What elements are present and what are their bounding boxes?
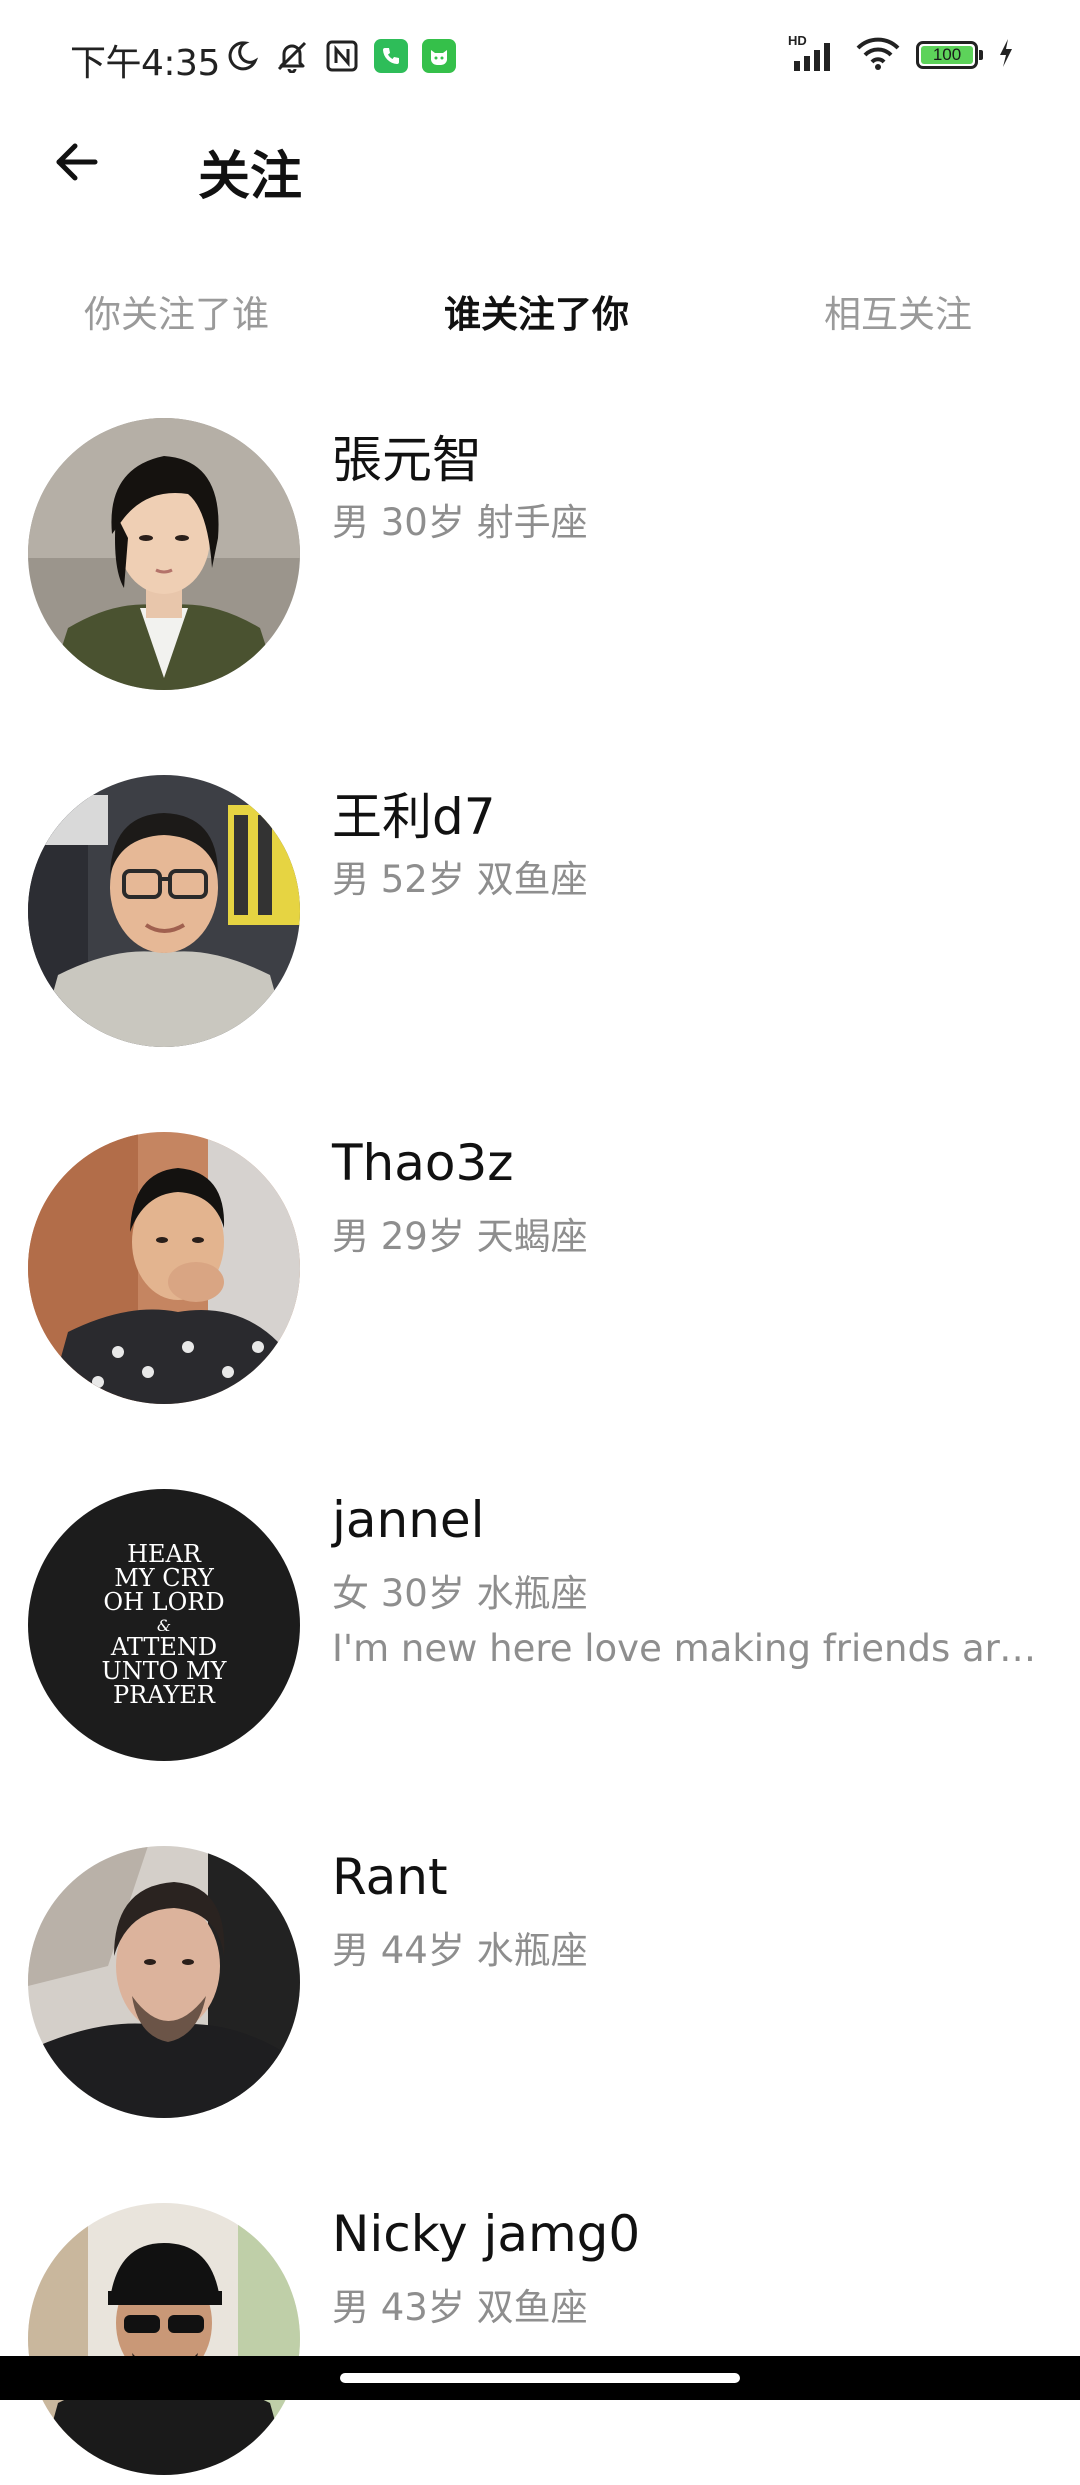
moon-icon xyxy=(224,38,260,74)
battery-icon: 100 xyxy=(916,41,983,69)
tab-followers[interactable]: 谁关注了你 xyxy=(444,284,629,338)
status-left-icons xyxy=(224,38,456,74)
list-item[interactable]: Nicky jamg0 男 43岁 双鱼座 xyxy=(0,2185,1080,2485)
list-item[interactable]: Thao3z 男 29岁 天蝎座 xyxy=(0,1114,1080,1414)
back-button[interactable] xyxy=(44,130,108,194)
avatar-text-line: OH LORD xyxy=(103,1588,224,1616)
avatar[interactable] xyxy=(28,775,300,1047)
tab-bar: 你关注了谁 谁关注了你 相互关注 xyxy=(0,270,1080,350)
page-title: 关注 xyxy=(198,147,303,207)
status-right-icons: HD 100 xyxy=(788,33,1014,74)
user-meta: 男 29岁 天蝎座 xyxy=(332,1215,588,1258)
avatar[interactable]: HEAR MY CRY OH LORD & ATTEND UNTO MY PRA… xyxy=(28,1489,300,1761)
avatar[interactable] xyxy=(28,1846,300,2118)
user-name: Thao3z xyxy=(332,1134,514,1192)
user-bio: I'm new here love making friends arou... xyxy=(332,1627,1052,1670)
list-item[interactable]: 王利d7 男 52岁 双鱼座 xyxy=(0,757,1080,1057)
avatar[interactable] xyxy=(28,2203,300,2475)
user-name: 王利d7 xyxy=(332,788,496,846)
battery-level: 100 xyxy=(921,45,973,64)
list-item[interactable]: HEAR MY CRY OH LORD & ATTEND UNTO MY PRA… xyxy=(0,1471,1080,1771)
tab-mutual[interactable]: 相互关注 xyxy=(824,284,972,338)
status-bar: 下午4:35 HD 100 xyxy=(0,0,1080,118)
list-item[interactable]: 張元智 男 30岁 射手座 xyxy=(0,400,1080,700)
status-time: 下午4:35 xyxy=(70,43,220,84)
bell-off-icon xyxy=(274,38,310,74)
avatar-text-line: PRAYER xyxy=(113,1681,216,1709)
user-name: Nicky jamg0 xyxy=(332,2205,641,2263)
phone-app-icon xyxy=(374,39,408,73)
charging-icon xyxy=(998,38,1014,72)
user-meta: 女 30岁 水瓶座 xyxy=(332,1572,588,1615)
user-name: jannel xyxy=(332,1491,485,1549)
user-meta: 男 43岁 双鱼座 xyxy=(332,2286,588,2329)
user-name: 張元智 xyxy=(332,431,482,489)
avatar[interactable] xyxy=(28,1132,300,1404)
navigation-bar xyxy=(0,2356,1080,2400)
avatar[interactable] xyxy=(28,418,300,690)
wifi-icon xyxy=(856,36,900,74)
nfc-icon xyxy=(324,38,360,74)
user-meta: 男 30岁 射手座 xyxy=(332,501,588,544)
tab-following[interactable]: 你关注了谁 xyxy=(84,284,269,338)
user-name: Rant xyxy=(332,1848,448,1906)
cat-app-icon xyxy=(422,39,456,73)
list-item[interactable]: Rant 男 44岁 水瓶座 xyxy=(0,1828,1080,2128)
hd-signal-icon: HD xyxy=(788,33,840,73)
arrow-left-icon xyxy=(56,143,98,181)
home-indicator[interactable] xyxy=(340,2373,740,2383)
user-meta: 男 52岁 双鱼座 xyxy=(332,858,588,901)
header: 关注 xyxy=(0,118,1080,228)
user-meta: 男 44岁 水瓶座 xyxy=(332,1929,588,1972)
